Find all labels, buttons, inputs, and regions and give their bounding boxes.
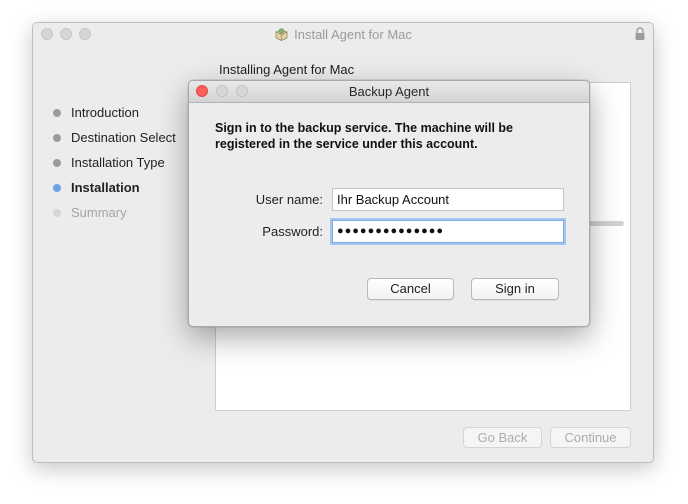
continue-button[interactable]: Continue [550,427,631,448]
username-field[interactable]: Ihr Backup Account [332,188,564,211]
sign-in-dialog: Backup Agent Sign in to the backup servi… [188,80,590,327]
step-bullet [53,134,61,142]
package-icon [274,27,289,42]
installation-progress-bar [588,221,624,226]
step-installation: Installation [53,180,176,205]
username-label: User name: [255,192,323,207]
step-bullet [53,159,61,167]
step-list: Introduction Destination Select Installa… [53,105,176,230]
installer-heading: Installing Agent for Mac [219,62,355,77]
sign-in-button[interactable]: Sign in [471,278,559,300]
step-label: Installation [71,180,140,195]
lock-icon [634,27,646,41]
password-label: Password: [262,224,323,239]
installer-titlebar: Install Agent for Mac [33,23,653,45]
step-label: Destination Select [71,130,176,145]
step-destination-select: Destination Select [53,130,176,155]
dialog-title: Backup Agent [348,84,430,99]
step-installation-type: Installation Type [53,155,176,180]
step-label: Installation Type [71,155,165,170]
step-label: Introduction [71,105,139,120]
cancel-button[interactable]: Cancel [367,278,454,300]
step-bullet-current [53,184,61,192]
step-introduction: Introduction [53,105,176,130]
dialog-message: Sign in to the backup service. The machi… [215,121,513,151]
installer-title: Install Agent for Mac [294,26,412,42]
dialog-titlebar: Backup Agent [189,81,589,103]
step-label: Summary [71,205,127,220]
go-back-button[interactable]: Go Back [463,427,542,448]
step-bullet [53,109,61,117]
password-field[interactable]: ●●●●●●●●●●●●●● [332,220,564,243]
step-summary: Summary [53,205,176,230]
step-bullet [53,209,61,217]
